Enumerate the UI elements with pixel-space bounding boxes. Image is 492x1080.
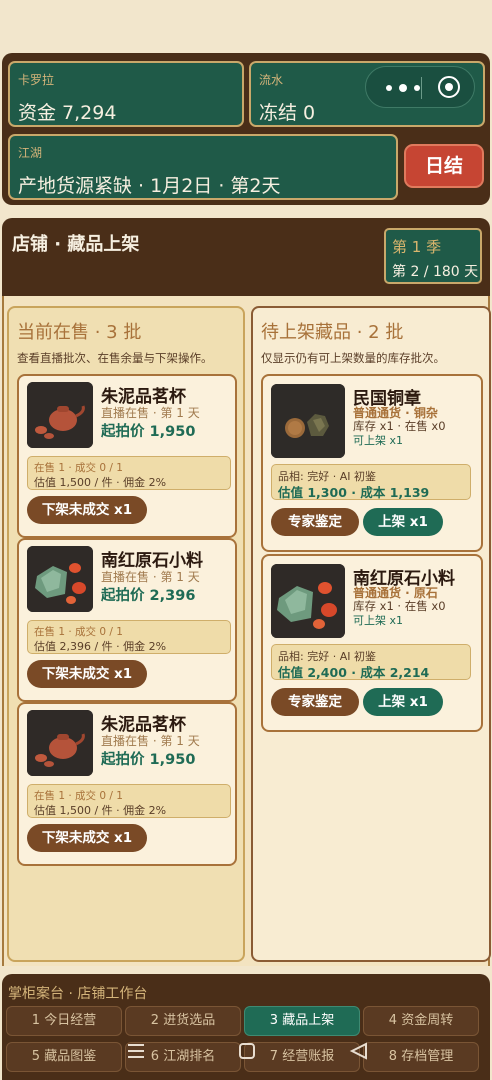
- delist-button[interactable]: 下架未成交 x1: [27, 660, 147, 688]
- valuation-cost: 估值 2,400 · 成本 2,214: [278, 665, 430, 680]
- item-status: 直播在售 · 第 1 天: [101, 570, 200, 584]
- item-price: 起拍价 2,396: [101, 588, 196, 604]
- page-title: 店铺 · 藏品上架: [12, 234, 140, 255]
- capsule-divider: [421, 77, 422, 99]
- page-header: 店铺 · 藏品上架 第 1 季 第 2 / 180 天: [2, 218, 490, 296]
- pending-title: 待上架藏品 · 2 批: [261, 322, 404, 343]
- tab-ranking[interactable]: 6 江湖排名: [125, 1042, 241, 1072]
- tab-catalog[interactable]: 5 藏品图鉴: [6, 1042, 122, 1072]
- jianghu-value: 产地货源紧缺 · 1月2日 · 第2天: [18, 175, 281, 197]
- stones-image: [27, 546, 93, 612]
- on-sale-column: 当前在售 · 3 批 查看直播批次、在售余量与下架操作。 朱泥品茗杯 直播在售 …: [7, 306, 245, 962]
- jianghu-card: 江湖 产地货源紧缺 · 1月2日 · 第2天: [8, 134, 398, 200]
- on-sale-title: 当前在售 · 3 批: [17, 322, 142, 343]
- on-sale-item: 朱泥品茗杯 直播在售 · 第 1 天 起拍价 1,950 在售 1 · 成交 0…: [17, 702, 237, 866]
- on-sale-desc: 查看直播批次、在售余量与下架操作。: [17, 351, 213, 365]
- pending-item: 南红原石小料 普通通货 · 原石 库存 x1 · 在售 x0 可上架 x1 品相…: [261, 554, 483, 732]
- item-stats: 在售 1 · 成交 0 / 1 估值 1,500 / 件 · 佣金 2%: [27, 456, 231, 490]
- valuation: 估值 2,396 / 件 · 佣金 2%: [34, 640, 167, 653]
- item-status: 直播在售 · 第 1 天: [101, 734, 200, 748]
- funds-card: 卡罗拉 资金 7,294: [8, 61, 244, 127]
- flow-value: 冻结 0: [259, 102, 316, 124]
- coin-image: [271, 384, 345, 458]
- list-item-button[interactable]: 上架 x1: [363, 688, 443, 716]
- player-name: 卡罗拉: [18, 73, 55, 87]
- tab-saves[interactable]: 8 存档管理: [363, 1042, 479, 1072]
- mini-program-capsule: [365, 66, 475, 108]
- sale-count: 在售 1 · 成交 0 / 1: [34, 790, 123, 802]
- delist-button[interactable]: 下架未成交 x1: [27, 824, 147, 852]
- item-price: 起拍价 1,950: [101, 424, 196, 440]
- item-stats: 品相: 完好 · AI 初鉴 估值 1,300 · 成本 1,139: [271, 464, 471, 500]
- item-available: 可上架 x1: [353, 614, 404, 627]
- item-status: 直播在售 · 第 1 天: [101, 406, 200, 420]
- expert-appraise-button[interactable]: 专家鉴定: [271, 688, 359, 716]
- tab-funds[interactable]: 4 资金周转: [363, 1006, 479, 1036]
- sale-count: 在售 1 · 成交 0 / 1: [34, 626, 123, 638]
- pending-item: 民国铜章 普通通货 · 铜杂 库存 x1 · 在售 x0 可上架 x1 品相: …: [261, 374, 483, 552]
- teapot-image: [27, 710, 93, 776]
- valuation: 估值 1,500 / 件 · 佣金 2%: [34, 804, 167, 817]
- listing-board: 当前在售 · 3 批 查看直播批次、在售余量与下架操作。 朱泥品茗杯 直播在售 …: [2, 296, 491, 966]
- valuation: 估值 1,500 / 件 · 佣金 2%: [34, 476, 167, 489]
- on-sale-item: 南红原石小料 直播在售 · 第 1 天 起拍价 2,396 在售 1 · 成交 …: [17, 538, 237, 702]
- dock-title: 掌柜案台 · 店铺工作台: [8, 986, 148, 1002]
- workbench-dock: 掌柜案台 · 店铺工作台 1 今日经营 2 进货选品 3 藏品上架 4 资金周转…: [2, 974, 490, 1080]
- stones-image: [271, 564, 345, 638]
- funds-value: 资金 7,294: [18, 102, 117, 124]
- on-sale-item: 朱泥品茗杯 直播在售 · 第 1 天 起拍价 1,950 在售 1 · 成交 0…: [17, 374, 237, 538]
- sale-count: 在售 1 · 成交 0 / 1: [34, 462, 123, 474]
- tab-reports[interactable]: 7 经营账报: [244, 1042, 360, 1072]
- tab-today[interactable]: 1 今日经营: [6, 1006, 122, 1036]
- season-badge: 第 1 季 第 2 / 180 天: [384, 228, 482, 284]
- jianghu-label: 江湖: [18, 146, 43, 160]
- day-counter: 第 2 / 180 天: [392, 264, 479, 280]
- more-dots-icon[interactable]: [386, 81, 422, 95]
- tab-listing[interactable]: 3 藏品上架: [244, 1006, 360, 1036]
- season-label: 第 1 季: [392, 238, 442, 256]
- valuation-cost: 估值 1,300 · 成本 1,139: [278, 485, 430, 500]
- list-item-button[interactable]: 上架 x1: [363, 508, 443, 536]
- capsule-target-icon[interactable]: [438, 76, 460, 98]
- pending-column: 待上架藏品 · 2 批 仅显示仍有可上架数量的库存批次。 民国铜章 普通通货 ·…: [251, 306, 491, 962]
- item-stats: 在售 1 · 成交 0 / 1 估值 2,396 / 件 · 佣金 2%: [27, 620, 231, 654]
- item-stats: 品相: 完好 · AI 初鉴 估值 2,400 · 成本 2,214: [271, 644, 471, 680]
- pending-desc: 仅显示仍有可上架数量的库存批次。: [261, 351, 445, 365]
- item-available: 可上架 x1: [353, 434, 404, 447]
- tab-purchase[interactable]: 2 进货选品: [125, 1006, 241, 1036]
- teapot-image: [27, 382, 93, 448]
- item-stats: 在售 1 · 成交 0 / 1 估值 1,500 / 件 · 佣金 2%: [27, 784, 231, 818]
- delist-button[interactable]: 下架未成交 x1: [27, 496, 147, 524]
- daily-settle-button[interactable]: 日结: [404, 144, 484, 188]
- item-price: 起拍价 1,950: [101, 752, 196, 768]
- flow-label: 流水: [259, 73, 284, 87]
- expert-appraise-button[interactable]: 专家鉴定: [271, 508, 359, 536]
